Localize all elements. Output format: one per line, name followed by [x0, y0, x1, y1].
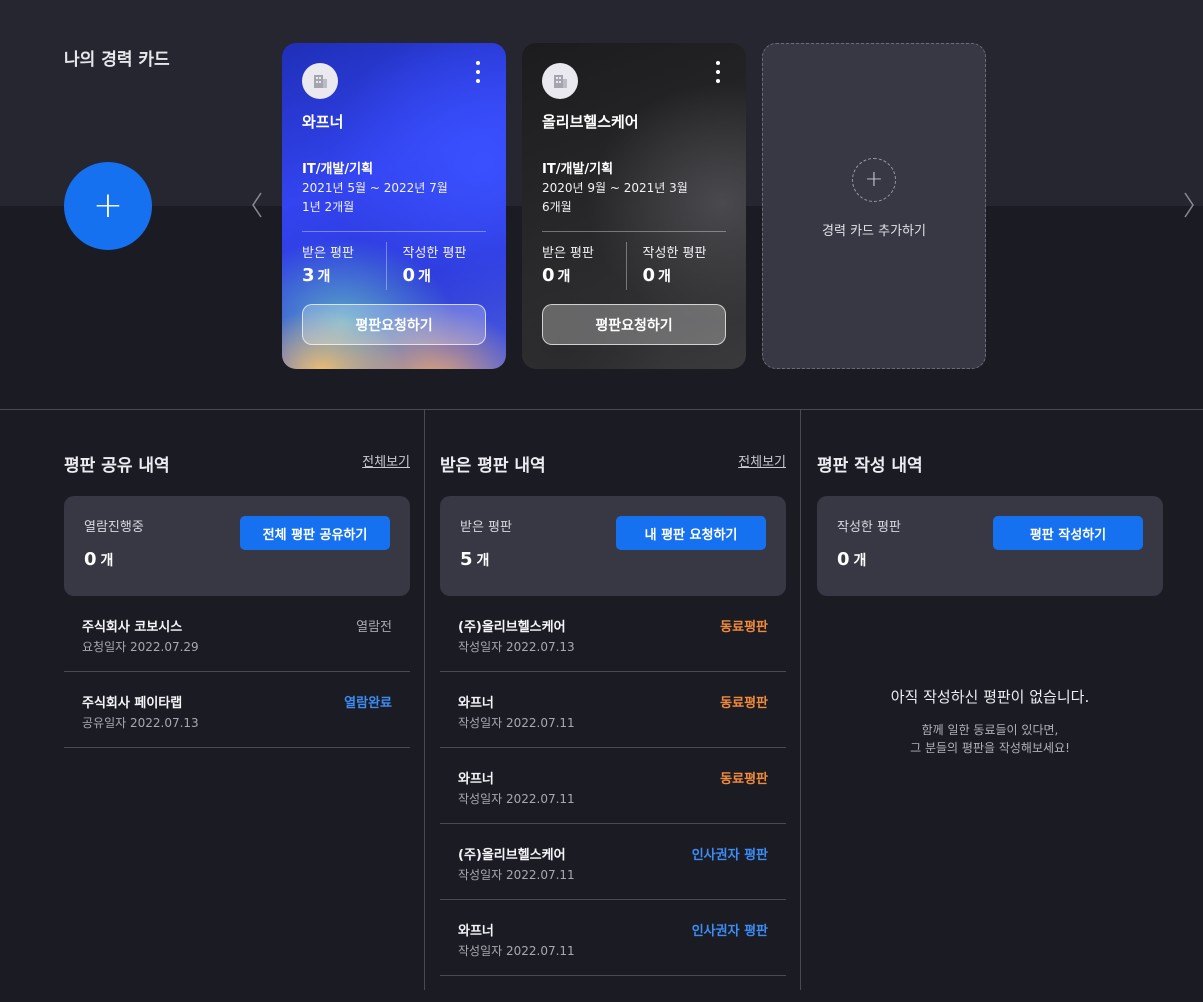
- chevron-left-icon[interactable]: [248, 190, 266, 220]
- share-view-all-link[interactable]: 전체보기: [362, 451, 410, 470]
- career-card[interactable]: 올리브헬스케어 IT/개발/기획 2020년 9월 ~ 2021년 3월 6개월…: [522, 43, 746, 369]
- building-icon: [314, 75, 327, 88]
- received-count: 3개: [302, 265, 331, 286]
- summary-count: 0개: [837, 549, 867, 570]
- chevron-right-icon[interactable]: [1180, 190, 1198, 220]
- list-item[interactable]: 주식회사 코보시스 요청일자 2022.07.29 열람전: [64, 596, 410, 672]
- empty-state: 아직 작성하신 평판이 없습니다. 함께 일한 동료들이 있다면, 그 분들의 …: [817, 686, 1163, 757]
- company-logo: [302, 63, 338, 99]
- list-item[interactable]: (주)올리브헬스케어 작성일자 2022.07.13 동료평판: [440, 596, 786, 672]
- building-icon: [554, 75, 567, 88]
- status-badge: 동료평판: [720, 620, 768, 635]
- write-reputation-button[interactable]: 평판 작성하기: [993, 516, 1143, 550]
- received-label: 받은 평판: [302, 246, 354, 261]
- request-reputation-button[interactable]: 평판요청하기: [302, 304, 486, 345]
- received-count: 0개: [542, 265, 571, 286]
- received-history-panel: 받은 평판 내역 전체보기 받은 평판 5개 내 평판 요청하기 (주)올리브헬…: [440, 410, 786, 976]
- card-duration: 1년 2개월: [302, 200, 355, 214]
- list-item[interactable]: 주식회사 페이타랩 공유일자 2022.07.13 열람완료: [64, 672, 410, 748]
- list-item[interactable]: 와프너 작성일자 2022.07.11 동료평판: [440, 672, 786, 748]
- card-period: 2021년 5월 ~ 2022년 7월: [302, 181, 448, 195]
- list-item-date: 요청일자 2022.07.29: [82, 640, 199, 654]
- status-badge: 열람전: [356, 620, 392, 635]
- card-period: 2020년 9월 ~ 2021년 3월: [542, 181, 688, 195]
- share-summary-box: 열람진행중 0개 전체 평판 공유하기: [64, 496, 410, 596]
- received-history-title: 받은 평판 내역: [440, 456, 546, 476]
- list-item-date: 작성일자 2022.07.11: [458, 792, 575, 806]
- received-label: 받은 평판: [542, 246, 594, 261]
- card-company: 올리브헬스케어: [542, 113, 639, 131]
- list-item-date: 작성일자 2022.07.13: [458, 640, 575, 654]
- share-all-button[interactable]: 전체 평판 공유하기: [240, 516, 390, 550]
- plus-icon: +: [852, 157, 896, 202]
- written-history-panel: 평판 작성 내역 작성한 평판 0개 평판 작성하기 아직 작성하신 평판이 없…: [817, 410, 1163, 757]
- company-logo: [542, 63, 578, 99]
- received-summary-box: 받은 평판 5개 내 평판 요청하기: [440, 496, 786, 596]
- written-label: 작성한 평판: [402, 246, 467, 261]
- more-options-icon[interactable]: [710, 61, 726, 83]
- list-item-date: 작성일자 2022.07.11: [458, 868, 575, 882]
- card-divider: [542, 231, 726, 232]
- summary-count: 0개: [84, 549, 114, 570]
- page-title: 나의 경력 카드: [64, 50, 170, 70]
- written-count: 0개: [402, 265, 431, 286]
- list-item-date: 공유일자 2022.07.13: [82, 716, 199, 730]
- request-reputation-button[interactable]: 평판요청하기: [542, 304, 726, 345]
- written-summary-box: 작성한 평판 0개 평판 작성하기: [817, 496, 1163, 596]
- list-item-date: 작성일자 2022.07.11: [458, 716, 575, 730]
- list-item-date: 작성일자 2022.07.11: [458, 944, 575, 958]
- written-label: 작성한 평판: [642, 246, 707, 261]
- card-job: IT/개발/기획: [302, 162, 374, 177]
- card-job: IT/개발/기획: [542, 162, 614, 177]
- add-career-button[interactable]: +: [64, 162, 152, 250]
- summary-count: 5개: [460, 549, 490, 570]
- more-options-icon[interactable]: [470, 61, 486, 83]
- card-company: 와프너: [302, 113, 344, 131]
- written-count: 0개: [642, 265, 671, 286]
- card-duration: 6개월: [542, 200, 572, 214]
- column-divider: [424, 410, 425, 990]
- career-card[interactable]: 와프너 IT/개발/기획 2021년 5월 ~ 2022년 7월 1년 2개월 …: [282, 43, 506, 369]
- status-badge: 인사권자 평판: [691, 848, 768, 863]
- received-view-all-link[interactable]: 전체보기: [738, 451, 786, 470]
- column-divider: [800, 410, 801, 990]
- empty-state-message: 함께 일한 동료들이 있다면, 그 분들의 평판을 작성해보세요!: [910, 723, 1070, 755]
- card-divider: [302, 231, 486, 232]
- list-item-company: 주식회사 코보시스: [82, 620, 183, 635]
- plus-icon: +: [92, 185, 124, 226]
- status-badge: 동료평판: [720, 696, 768, 711]
- list-item[interactable]: (주)올리브헬스케어 작성일자 2022.07.11 인사권자 평판: [440, 824, 786, 900]
- add-career-card[interactable]: + 경력 카드 추가하기: [762, 43, 986, 369]
- request-my-reputation-button[interactable]: 내 평판 요청하기: [616, 516, 766, 550]
- empty-state-title: 아직 작성하신 평판이 없습니다.: [890, 688, 1090, 706]
- status-badge: 동료평판: [720, 772, 768, 787]
- list-item[interactable]: 와프너 작성일자 2022.07.11 인사권자 평판: [440, 900, 786, 976]
- add-career-card-label: 경력 카드 추가하기: [822, 223, 926, 239]
- status-badge: 열람완료: [344, 696, 392, 711]
- share-history-panel: 평판 공유 내역 전체보기 열람진행중 0개 전체 평판 공유하기 주식회사 코…: [64, 410, 410, 748]
- share-history-title: 평판 공유 내역: [64, 456, 170, 476]
- status-badge: 인사권자 평판: [691, 924, 768, 939]
- list-item[interactable]: 와프너 작성일자 2022.07.11 동료평판: [440, 748, 786, 824]
- written-history-title: 평판 작성 내역: [817, 456, 923, 476]
